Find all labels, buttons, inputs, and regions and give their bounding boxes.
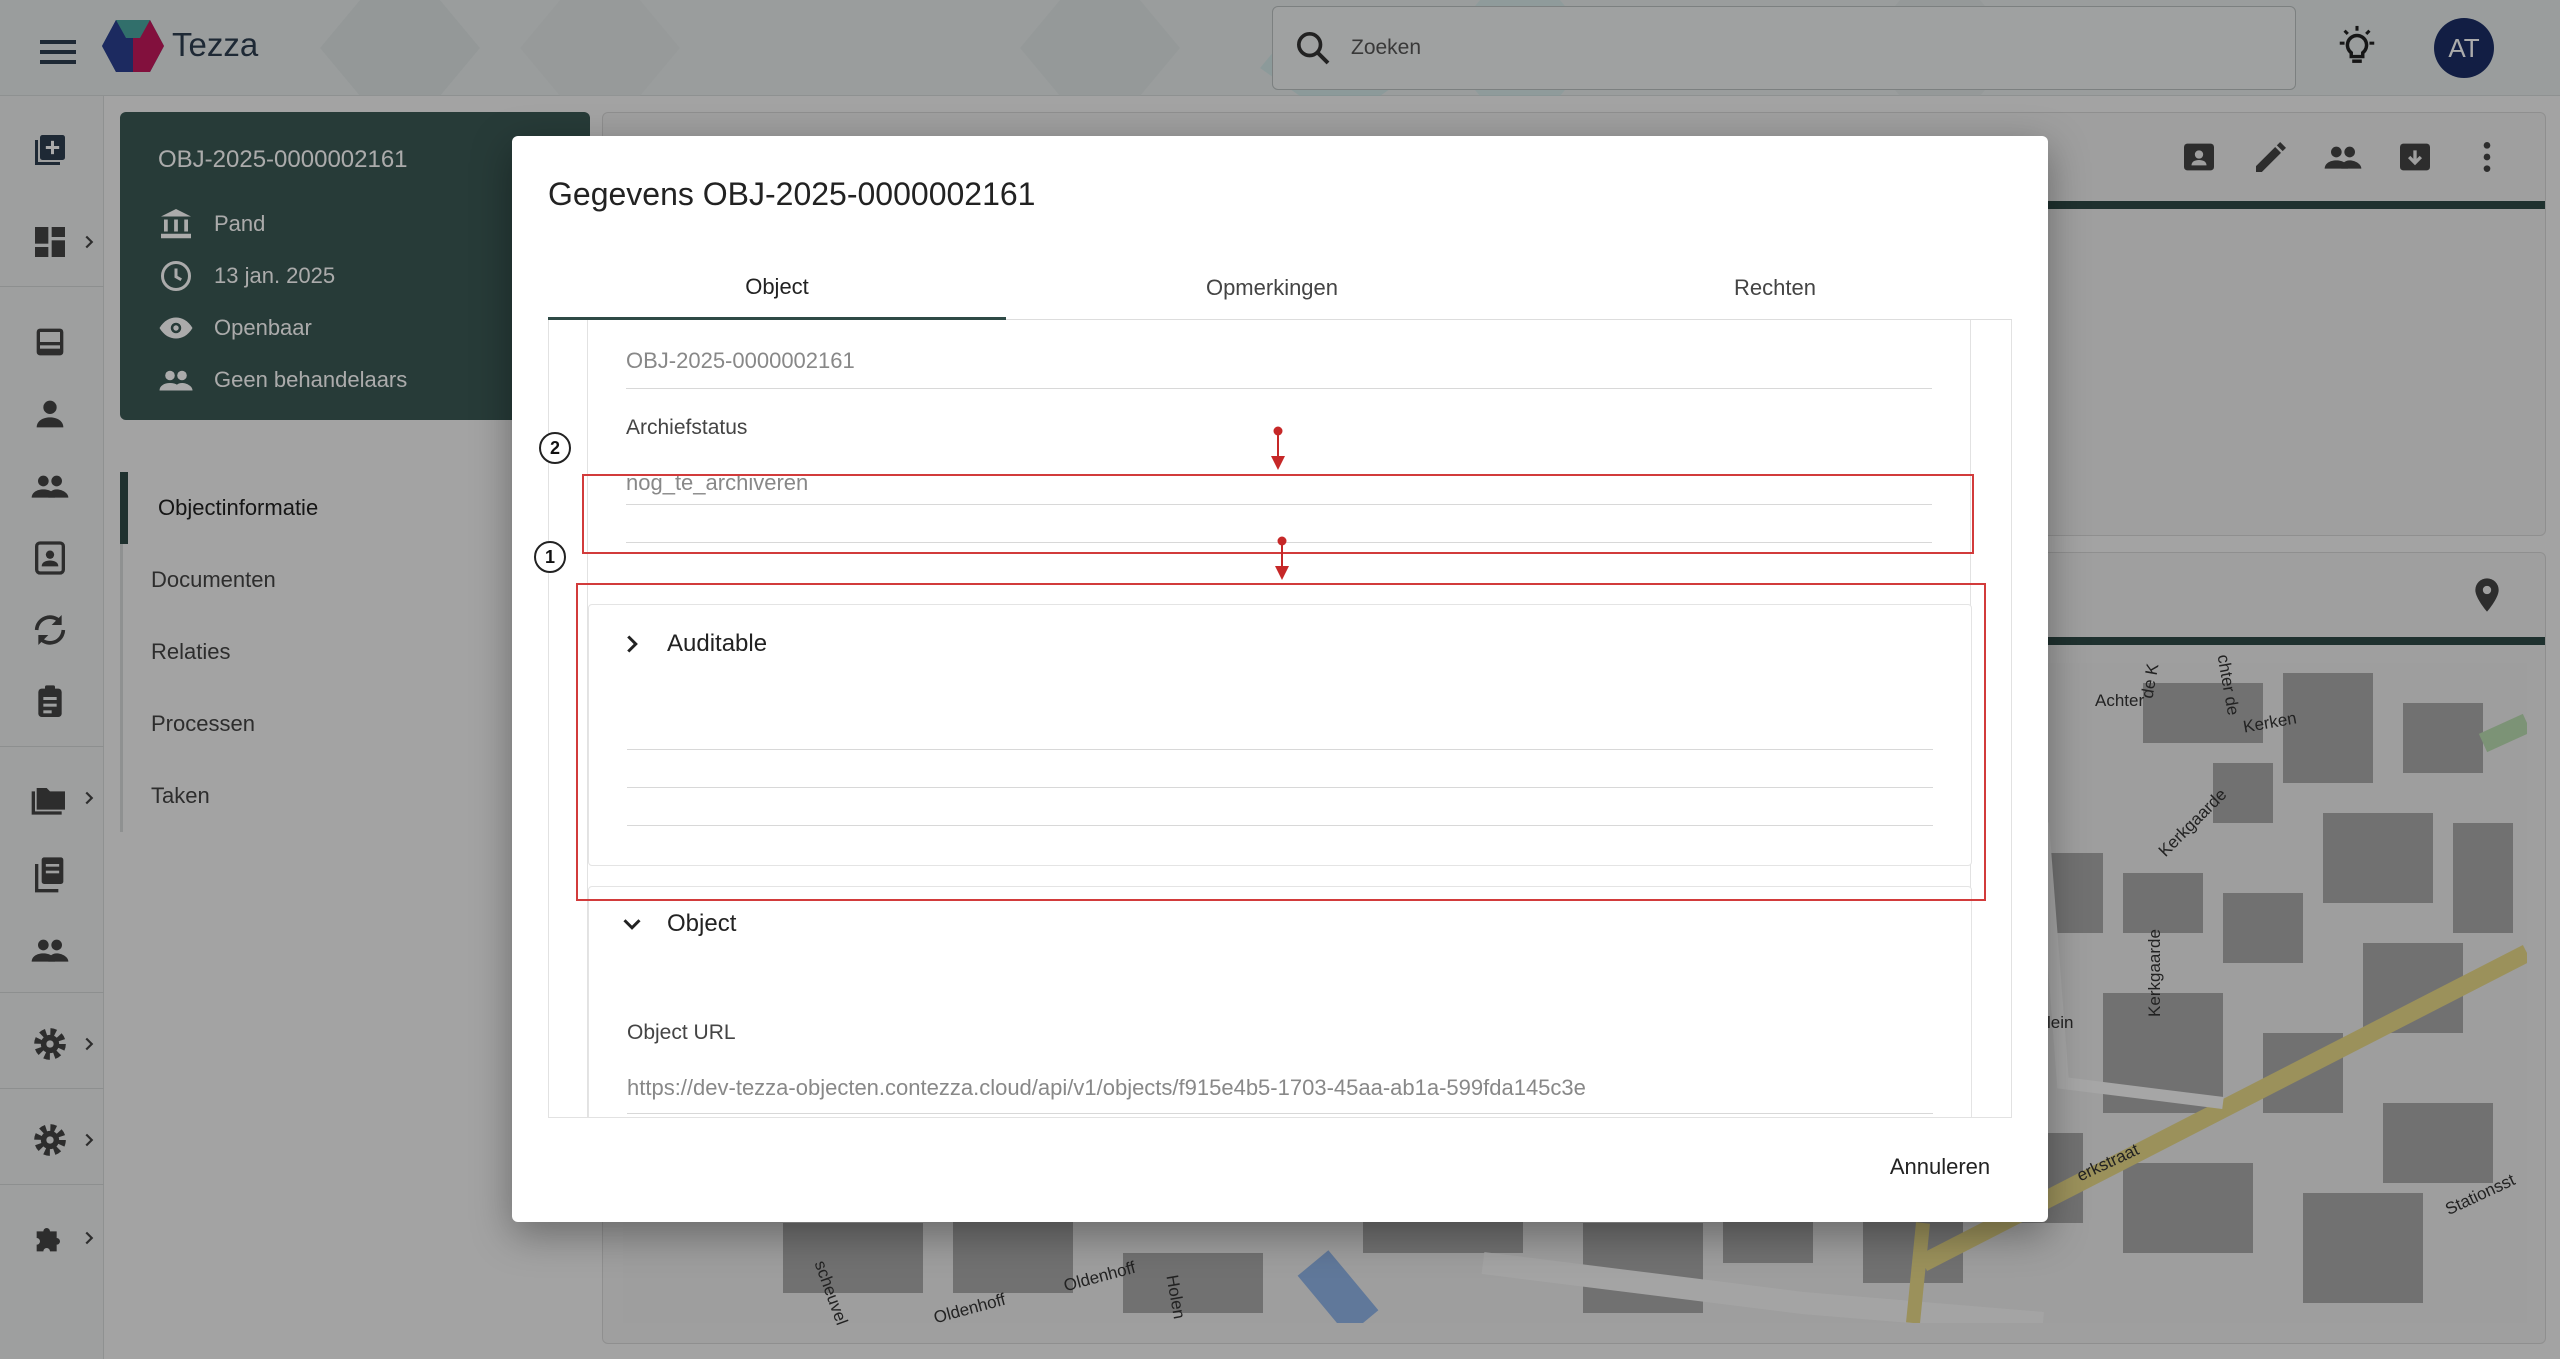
annotation-badge-2: 2 xyxy=(539,432,571,464)
annotation-arrow-icon xyxy=(1271,426,1285,470)
object-url-field: https://dev-tezza-objecten.contezza.clou… xyxy=(627,1075,1586,1100)
annotation-badge-1: 1 xyxy=(534,541,566,573)
tab-object[interactable]: Object xyxy=(548,256,1006,320)
object-section-title: Object xyxy=(667,910,737,937)
annotation-arrow-icon xyxy=(1275,536,1289,580)
chevron-down-icon xyxy=(623,919,641,930)
dialog-title: Gegevens OBJ-2025-0000002161 xyxy=(548,176,1036,212)
object-url-label: Object URL xyxy=(627,1021,736,1044)
object-header[interactable]: Object xyxy=(617,909,736,939)
object-panel: Object Object URL https://dev-tezza-obje… xyxy=(588,886,1972,1117)
dialog-tabs: Object Opmerkingen Rechten xyxy=(548,256,2012,320)
annotation-box-1 xyxy=(576,583,1986,901)
object-id-field: OBJ-2025-0000002161 xyxy=(626,348,855,373)
cancel-button[interactable]: Annuleren xyxy=(1870,1140,2010,1194)
archiefstatus-label: Archiefstatus xyxy=(626,416,748,439)
tab-opmerkingen[interactable]: Opmerkingen xyxy=(1006,256,1538,320)
object-details-dialog: Gegevens OBJ-2025-0000002161 Object Opme… xyxy=(512,136,2048,1222)
tab-rechten[interactable]: Rechten xyxy=(1538,256,2012,320)
